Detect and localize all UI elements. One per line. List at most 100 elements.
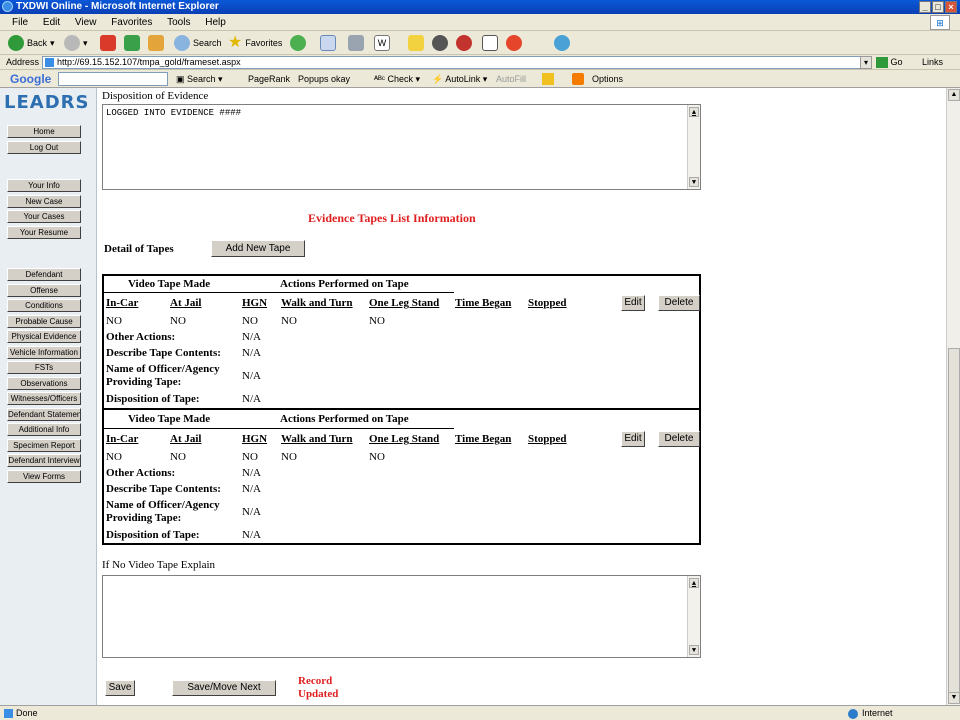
hgn-value: NO: [242, 451, 258, 463]
edit-button[interactable]: Edit: [621, 431, 645, 447]
options-button[interactable]: Options: [592, 70, 623, 88]
walk-turn-header: Walk and Turn: [281, 433, 353, 445]
forward-arrow-icon: [64, 35, 80, 51]
add-new-tape-button[interactable]: Add New Tape: [211, 240, 305, 257]
menu-file[interactable]: File: [12, 17, 28, 28]
forward-button[interactable]: ▾: [64, 34, 88, 52]
sidebar-item-your-cases[interactable]: Your Cases: [7, 210, 81, 223]
search-button[interactable]: Search: [174, 34, 222, 52]
one-leg-value: NO: [369, 315, 385, 327]
menu-view[interactable]: View: [75, 17, 97, 28]
go-button[interactable]: Go: [876, 55, 903, 70]
sidebar-item-offense[interactable]: Offense: [7, 284, 81, 297]
describe-contents-value: N/A: [242, 483, 261, 495]
print-icon[interactable]: [348, 35, 364, 51]
sidebar-item-vehicle-information[interactable]: Vehicle Information: [7, 346, 81, 359]
tape-record-2: Video Tape Made Actions Performed on Tap…: [102, 408, 701, 545]
search-icon: [174, 35, 190, 51]
sidebar-item-defendant-statement[interactable]: Defendant Statement: [7, 408, 81, 421]
section-title: Evidence Tapes List Information: [308, 211, 476, 225]
discuss-icon[interactable]: [408, 35, 424, 51]
page-icon[interactable]: [482, 35, 498, 51]
home-icon[interactable]: [148, 35, 164, 51]
no-video-textarea[interactable]: ▲ ▼: [102, 575, 701, 658]
sidebar-item-fsts[interactable]: FSTs: [7, 361, 81, 374]
back-button[interactable]: Back ▾: [8, 34, 55, 52]
bookmark-icon[interactable]: [542, 73, 554, 85]
history-icon[interactable]: [290, 35, 306, 51]
sidebar-item-observations[interactable]: Observations: [7, 377, 81, 390]
google-logo[interactable]: Google: [10, 70, 51, 88]
status-bar: Done Internet: [0, 705, 960, 720]
sidebar-item-your-info[interactable]: Your Info: [7, 179, 81, 192]
address-dropdown[interactable]: ▾: [860, 56, 872, 69]
sidebar-item-home[interactable]: Home: [7, 125, 81, 138]
sidebar-item-physical-evidence[interactable]: Physical Evidence: [7, 330, 81, 343]
disposition-textarea[interactable]: LOGGED INTO EVIDENCE #### ▲ ▼: [102, 104, 701, 190]
delete-button[interactable]: Delete: [658, 295, 700, 311]
sidebar-item-witnesses-officers[interactable]: Witnesses/Officers: [7, 392, 81, 405]
tape-disposition-label: Disposition of Tape:: [106, 393, 200, 405]
google-search-button[interactable]: ▣ Search ▾: [176, 70, 223, 88]
maximize-button[interactable]: □: [932, 1, 944, 13]
page-scrollbar[interactable]: ▲ ▼: [946, 88, 960, 705]
scroll-thumb[interactable]: [948, 348, 960, 693]
textarea-scrollbar[interactable]: ▲ ▼: [687, 105, 700, 189]
disposition-label: Disposition of Evidence: [102, 90, 209, 102]
sidebar-item-your-resume[interactable]: Your Resume: [7, 226, 81, 239]
tools-icon[interactable]: [506, 35, 522, 51]
menu-favorites[interactable]: Favorites: [111, 17, 152, 28]
pagerank-indicator[interactable]: PageRank: [248, 70, 290, 88]
time-began-header: Time Began: [455, 297, 512, 309]
sidebar-item-probable-cause[interactable]: Probable Cause: [7, 315, 81, 328]
time-began-header: Time Began: [455, 433, 512, 445]
people-icon[interactable]: [554, 35, 570, 51]
sidebar-item-defendant-interview[interactable]: Defendant Interview: [7, 454, 81, 467]
main-content: Disposition of Evidence LOGGED INTO EVID…: [98, 88, 946, 705]
autofill-button[interactable]: AutoFill: [496, 70, 526, 88]
delete-button[interactable]: Delete: [658, 431, 700, 447]
describe-contents-value: N/A: [242, 347, 261, 359]
sidebar: LEADRS Home Log Out Your Info New Case Your …: [0, 88, 97, 705]
favorites-button[interactable]: ★ Favorites: [228, 34, 282, 52]
menu-tools[interactable]: Tools: [167, 17, 190, 28]
sidebar-item-defendant[interactable]: Defendant: [7, 268, 81, 281]
close-button[interactable]: ×: [945, 1, 957, 13]
stop-icon[interactable]: [100, 35, 116, 51]
sidebar-item-additional-info[interactable]: Additional Info: [7, 423, 81, 436]
menu-edit[interactable]: Edit: [43, 17, 60, 28]
sidebar-item-specimen-report[interactable]: Specimen Report: [7, 439, 81, 452]
menu-help[interactable]: Help: [205, 17, 226, 28]
autolink-button[interactable]: ⚡ AutoLink ▾: [432, 70, 487, 88]
textarea-scrollbar[interactable]: ▲ ▼: [687, 576, 700, 657]
messenger-icon[interactable]: [432, 35, 448, 51]
sidebar-item-new-case[interactable]: New Case: [7, 195, 81, 208]
spellcheck-button[interactable]: ᴬᴮᶜ Check ▾: [374, 70, 420, 88]
stopped-header: Stopped: [528, 297, 567, 309]
google-search-input[interactable]: [58, 72, 168, 86]
refresh-icon[interactable]: [124, 35, 140, 51]
at-jail-value: NO: [170, 315, 186, 327]
google-toolbar: Google ▣ Search ▾ PageRank Popups okay ᴬ…: [0, 70, 960, 88]
popups-button[interactable]: Popups okay: [298, 70, 350, 88]
sidebar-item-log-out[interactable]: Log Out: [7, 141, 81, 154]
mail-icon[interactable]: [320, 35, 336, 51]
address-input[interactable]: http://69.15.152.107/tmpa_gold/frameset.…: [42, 56, 872, 69]
leadrs-logo: LEADRS: [4, 92, 90, 113]
links-button[interactable]: Links: [922, 55, 943, 70]
research-icon[interactable]: [456, 35, 472, 51]
minimize-button[interactable]: _: [919, 1, 931, 13]
video-tape-made-header: Video Tape Made: [128, 413, 211, 425]
save-move-next-button[interactable]: Save/Move Next: [172, 680, 276, 696]
sidebar-item-view-forms[interactable]: View Forms: [7, 470, 81, 483]
describe-contents-label: Describe Tape Contents:: [106, 347, 221, 359]
no-video-label: If No Video Tape Explain: [102, 559, 216, 571]
save-button[interactable]: Save: [105, 680, 135, 696]
sidebar-item-conditions[interactable]: Conditions: [7, 299, 81, 312]
scroll-down-arrow-icon[interactable]: ▼: [948, 692, 960, 704]
blogger-icon[interactable]: [572, 73, 584, 85]
scroll-up-arrow-icon[interactable]: ▲: [948, 89, 960, 101]
star-icon: ★: [228, 34, 243, 51]
edit-button[interactable]: Edit: [621, 295, 645, 311]
word-icon[interactable]: W: [374, 35, 390, 51]
